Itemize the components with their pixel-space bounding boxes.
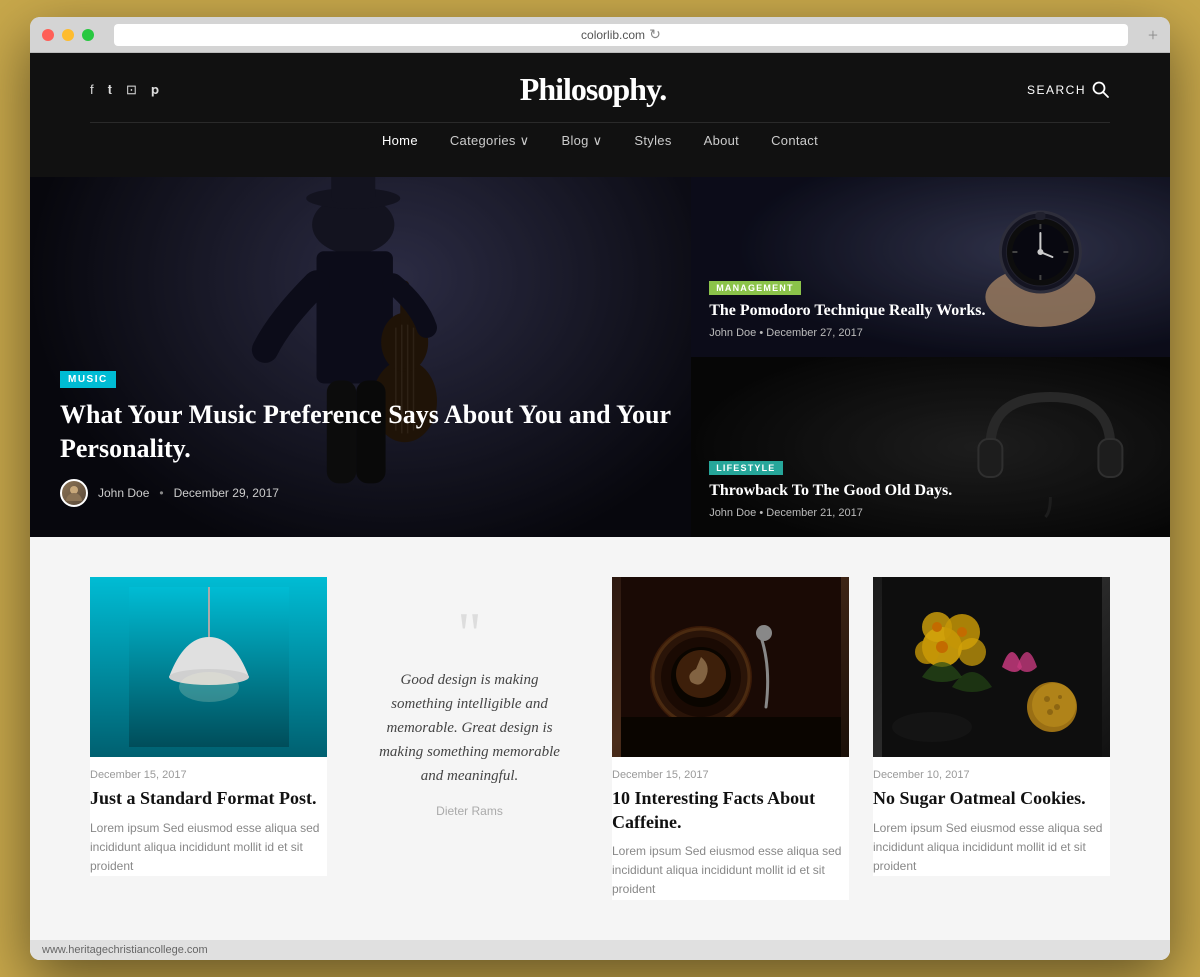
new-tab-button[interactable]: + xyxy=(1148,26,1158,44)
lamp-svg xyxy=(129,587,289,747)
post-date-2: December 15, 2017 xyxy=(612,769,849,781)
post-title-2: 10 Interesting Facts About Caffeine. xyxy=(612,787,849,834)
card1-meta: John Doe • December 27, 2017 xyxy=(709,327,1160,339)
minimize-button[interactable] xyxy=(62,29,74,41)
post-date-3: December 10, 2017 xyxy=(873,769,1110,781)
footer-url: www.heritagechristiancollege.com xyxy=(42,944,208,956)
post-title-3: No Sugar Oatmeal Cookies. xyxy=(873,787,1110,810)
site-nav: Home Categories ∨ Blog ∨ Styles About Co… xyxy=(90,122,1110,159)
nav-categories[interactable]: Categories ∨ xyxy=(450,133,530,149)
content-grid: December 15, 2017 Just a Standard Format… xyxy=(90,577,1110,899)
social-icons: f 𝐭 ⊡ 𝐩 xyxy=(90,82,159,98)
card2-content: LIFESTYLE Throwback To The Good Old Days… xyxy=(709,458,1160,520)
pinterest-icon[interactable]: 𝐩 xyxy=(151,82,159,98)
hero-author: John Doe xyxy=(98,486,149,500)
card2-meta: John Doe • December 21, 2017 xyxy=(709,507,1160,519)
site-header: f 𝐭 ⊡ 𝐩 Philosophy. SEARCH xyxy=(30,53,1170,177)
post-image-lamp xyxy=(90,577,327,757)
card1-tag: MANAGEMENT xyxy=(709,281,801,295)
post-body-cookies: December 10, 2017 No Sugar Oatmeal Cooki… xyxy=(873,757,1110,876)
quote-mark: " xyxy=(457,616,482,652)
meta-separator: • xyxy=(159,486,163,500)
instagram-icon[interactable]: ⊡ xyxy=(126,82,137,98)
search-icon xyxy=(1092,81,1110,99)
card1-author: John Doe xyxy=(709,327,756,339)
refresh-icon[interactable]: ↻ xyxy=(649,26,661,43)
hero-main-article[interactable]: MUSIC What Your Music Preference Says Ab… xyxy=(30,177,691,537)
search-button[interactable]: SEARCH xyxy=(1027,81,1110,99)
card1-date: December 27, 2017 xyxy=(766,327,863,339)
card1-content: MANAGEMENT The Pomodoro Technique Really… xyxy=(709,278,1160,340)
twitter-icon[interactable]: 𝐭 xyxy=(108,82,112,98)
close-button[interactable] xyxy=(42,29,54,41)
post-title-0: Just a Standard Format Post. xyxy=(90,787,327,810)
post-card-coffee[interactable]: December 15, 2017 10 Interesting Facts A… xyxy=(612,577,849,899)
site-wrapper: f 𝐭 ⊡ 𝐩 Philosophy. SEARCH xyxy=(30,53,1170,959)
quote-text: Good design is making something intellig… xyxy=(371,668,568,788)
post-card-cookies[interactable]: December 10, 2017 No Sugar Oatmeal Cooki… xyxy=(873,577,1110,876)
card2-author: John Doe xyxy=(709,507,756,519)
post-card-lamp[interactable]: December 15, 2017 Just a Standard Format… xyxy=(90,577,327,876)
author-avatar xyxy=(60,479,88,507)
post-excerpt-3: Lorem ipsum Sed eiusmod esse aliqua sed … xyxy=(873,819,1110,877)
hero-section: MUSIC What Your Music Preference Says Ab… xyxy=(30,177,1170,537)
hero-card-lifestyle[interactable]: LIFESTYLE Throwback To The Good Old Days… xyxy=(691,357,1170,537)
post-image-coffee xyxy=(612,577,849,757)
browser-window: colorlib.com ↻ + f 𝐭 ⊡ 𝐩 Philosophy. SEA… xyxy=(30,17,1170,959)
nav-contact[interactable]: Contact xyxy=(771,133,818,149)
nav-blog[interactable]: Blog ∨ xyxy=(561,133,602,149)
hero-card-management[interactable]: MANAGEMENT The Pomodoro Technique Really… xyxy=(691,177,1170,357)
card1-title: The Pomodoro Technique Really Works. xyxy=(709,301,1160,322)
search-label: SEARCH xyxy=(1027,83,1086,97)
post-body-coffee: December 15, 2017 10 Interesting Facts A… xyxy=(612,757,849,899)
card2-title: Throwback To The Good Old Days. xyxy=(709,481,1160,502)
post-excerpt-0: Lorem ipsum Sed eiusmod esse aliqua sed … xyxy=(90,819,327,877)
flowers-svg xyxy=(882,577,1102,757)
post-image-flowers xyxy=(873,577,1110,757)
maximize-button[interactable] xyxy=(82,29,94,41)
url-text: colorlib.com xyxy=(581,28,645,42)
main-content: December 15, 2017 Just a Standard Format… xyxy=(30,537,1170,939)
nav-home[interactable]: Home xyxy=(382,133,418,149)
hero-tag: MUSIC xyxy=(60,371,116,388)
header-top: f 𝐭 ⊡ 𝐩 Philosophy. SEARCH xyxy=(90,71,1110,108)
card2-date: December 21, 2017 xyxy=(766,507,863,519)
facebook-icon[interactable]: f xyxy=(90,82,94,98)
address-bar[interactable]: colorlib.com ↻ xyxy=(114,24,1128,46)
bottom-bar: www.heritagechristiancollege.com xyxy=(30,940,1170,960)
post-excerpt-2: Lorem ipsum Sed eiusmod esse aliqua sed … xyxy=(612,842,849,900)
quote-card: " Good design is making something intell… xyxy=(351,577,588,857)
quote-author: Dieter Rams xyxy=(436,804,503,818)
hero-date: December 29, 2017 xyxy=(174,486,279,500)
hero-sidebar: MANAGEMENT The Pomodoro Technique Really… xyxy=(691,177,1170,537)
nav-styles[interactable]: Styles xyxy=(634,133,671,149)
hero-main-content: MUSIC What Your Music Preference Says Ab… xyxy=(60,369,671,508)
post-body-lamp: December 15, 2017 Just a Standard Format… xyxy=(90,757,327,876)
post-date-0: December 15, 2017 xyxy=(90,769,327,781)
coffee-svg xyxy=(621,577,841,757)
browser-bar: colorlib.com ↻ + xyxy=(30,17,1170,53)
card2-tag: LIFESTYLE xyxy=(709,461,782,475)
site-logo[interactable]: Philosophy. xyxy=(520,71,666,108)
hero-title: What Your Music Preference Says About Yo… xyxy=(60,398,671,466)
nav-about[interactable]: About xyxy=(704,133,739,149)
hero-meta: John Doe • December 29, 2017 xyxy=(60,479,671,507)
